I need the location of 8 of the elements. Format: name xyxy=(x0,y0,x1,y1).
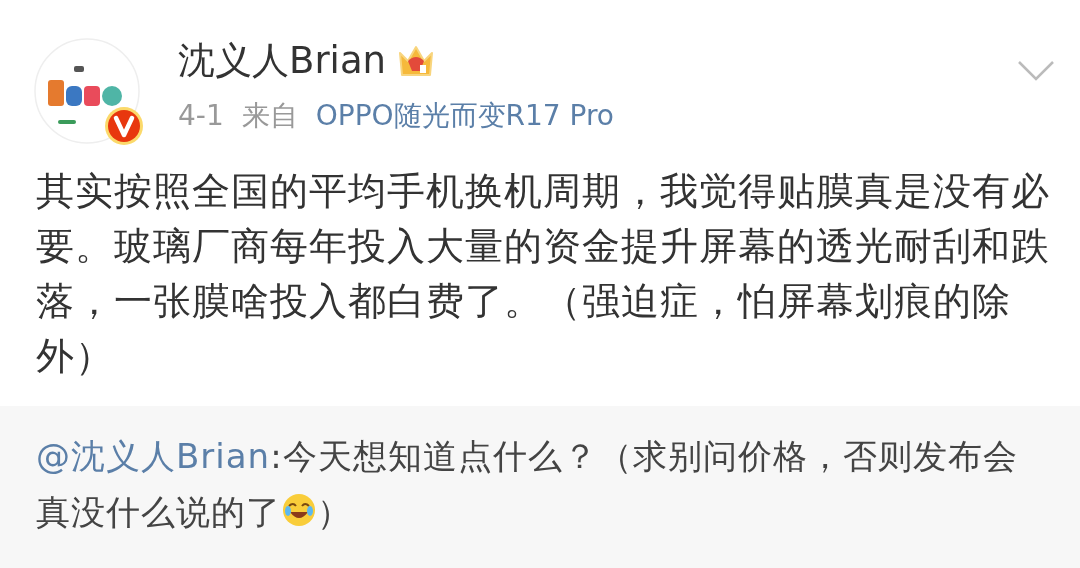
post-date: 4-1 xyxy=(178,98,224,134)
post-text: 其实按照全国的平均手机换机周期，我觉得贴膜真是没有必要。玻璃厂商每年投入大量的资金提升屏幕的透光耐刮和跌落，一张膜啥投入都白费了。（强迫症，怕屏幕划痕的除外） xyxy=(36,168,1051,380)
source-link[interactable]: OPPO随光而变R17 Pro xyxy=(315,98,614,134)
source-prefix: 来自 xyxy=(241,98,298,134)
quoted-text: @沈义人Brian:今天想知道点什么？（求别问价格，否则发布会真没什么说的了 ） xyxy=(36,435,1019,534)
laughing-emoji-icon xyxy=(281,492,317,528)
mention-link[interactable]: @沈义人Brian xyxy=(36,436,271,476)
author-name[interactable]: 沈义人Brian xyxy=(178,38,386,84)
